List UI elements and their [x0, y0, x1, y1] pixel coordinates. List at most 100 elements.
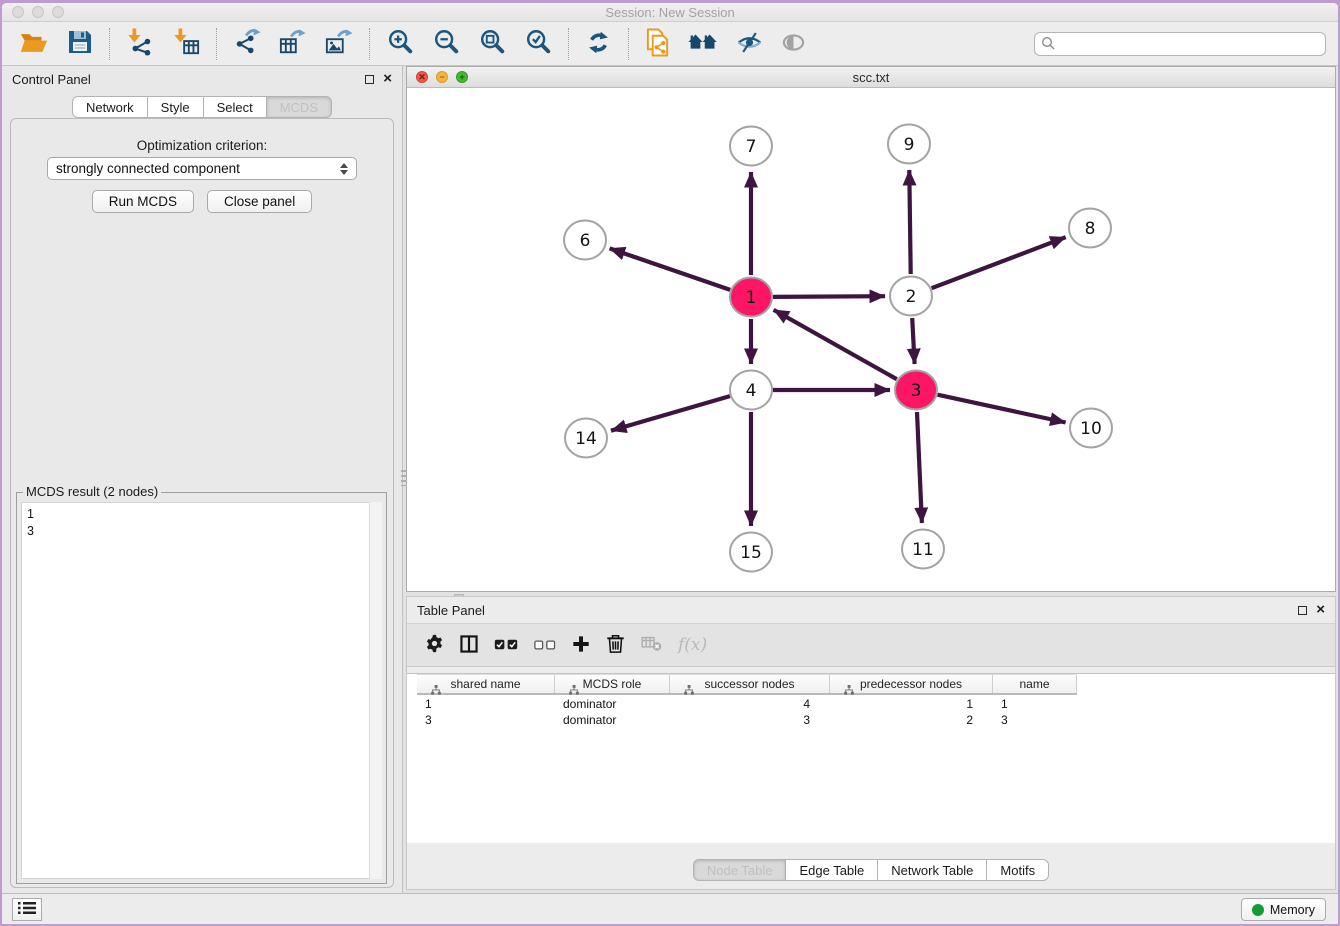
control-panel-float-icon[interactable] — [365, 75, 374, 84]
node-table: shared nameMCDS rolesuccessor nodesprede… — [407, 673, 1335, 843]
mcds-result-text[interactable]: 13 — [21, 502, 382, 879]
task-history-button[interactable] — [12, 898, 42, 921]
table-cell[interactable]: 4 — [670, 695, 830, 712]
table-row[interactable]: 1dominator411 — [417, 695, 1077, 712]
export-table-button[interactable] — [274, 25, 312, 63]
graph-edge-2-3[interactable] — [912, 318, 914, 364]
window-close-button[interactable] — [12, 6, 24, 18]
tab-network-table[interactable]: Network Table — [877, 859, 987, 881]
run-mcds-button[interactable]: Run MCDS — [92, 190, 194, 213]
table-cell[interactable]: 1 — [830, 695, 993, 712]
table-cell[interactable]: 2 — [830, 712, 993, 729]
toolbar-separator — [628, 28, 629, 60]
import-network-button[interactable] — [121, 25, 159, 63]
hide-selected-button[interactable] — [731, 25, 768, 63]
clone-network-button[interactable] — [640, 25, 675, 63]
delete-column-button[interactable] — [606, 627, 625, 663]
tab-select[interactable]: Select — [203, 96, 267, 118]
control-panel-close-icon[interactable]: × — [383, 74, 392, 84]
graph-edge-2-8[interactable] — [932, 237, 1066, 288]
search-input[interactable] — [1034, 32, 1326, 56]
trash-icon — [606, 633, 625, 657]
zoom-fit-icon — [478, 28, 506, 59]
window-zoom-button[interactable] — [52, 6, 64, 18]
graph-edge-2-9[interactable] — [909, 170, 910, 274]
table-cell[interactable]: 1 — [993, 695, 1077, 712]
table-cell[interactable]: dominator — [555, 712, 670, 729]
table-row[interactable]: 3dominator323 — [417, 712, 1077, 729]
graph-node-label: 8 — [1085, 219, 1096, 239]
graph-edge-1-2[interactable] — [773, 296, 885, 297]
criterion-select-value: strongly connected component — [56, 161, 240, 176]
export-network-button[interactable] — [228, 25, 266, 63]
unselect-all-columns-button[interactable] — [534, 627, 556, 663]
show-all-button[interactable] — [683, 25, 723, 63]
graph-edge-3-11[interactable] — [917, 412, 922, 523]
tab-style[interactable]: Style — [147, 96, 204, 118]
network-window-titlebar: ✕ − + scc.txt — [407, 67, 1335, 88]
graph-edge-3-1[interactable] — [774, 310, 897, 379]
save-session-button[interactable] — [62, 25, 98, 63]
window-minimize-button[interactable] — [32, 6, 44, 18]
tab-motifs[interactable]: Motifs — [986, 859, 1049, 881]
import-network-icon — [126, 28, 154, 59]
graph-edge-4-14[interactable] — [611, 396, 730, 431]
refresh-icon — [585, 29, 612, 59]
table-panel-float-icon[interactable] — [1298, 606, 1307, 615]
tab-mcds[interactable]: MCDS — [266, 96, 332, 118]
table-cell[interactable]: 3 — [993, 712, 1077, 729]
column-header-MCDS-role[interactable]: MCDS role — [555, 675, 670, 693]
network-canvas[interactable]: 7968124314101511 — [407, 88, 1335, 591]
toolbar-separator — [568, 28, 569, 60]
network-graph: 7968124314101511 — [407, 88, 1335, 592]
column-header-predecessor-nodes[interactable]: predecessor nodes — [830, 675, 993, 693]
create-column-button[interactable] — [572, 627, 590, 663]
result-scrollbar[interactable] — [369, 502, 382, 879]
show-column-button[interactable] — [460, 627, 478, 663]
table-settings-button[interactable] — [425, 627, 444, 663]
import-table-button[interactable] — [167, 25, 205, 63]
memory-button[interactable]: Memory — [1241, 898, 1326, 921]
eye-icon — [781, 32, 806, 56]
tab-edge-table[interactable]: Edge Table — [785, 859, 878, 881]
column-header-shared-name[interactable]: shared name — [417, 675, 555, 693]
table-body: 1dominator4113dominator323 — [407, 695, 1335, 728]
window-titlebar: Session: New Session — [2, 3, 1338, 22]
table-cell[interactable]: 3 — [417, 712, 555, 729]
graph-node-label: 14 — [575, 429, 597, 449]
select-all-columns-button[interactable] — [494, 627, 518, 663]
toolbar-separator — [216, 28, 217, 60]
tab-node-table[interactable]: Node Table — [693, 859, 787, 881]
search-box — [1034, 32, 1326, 56]
criterion-select[interactable]: strongly connected component — [47, 157, 357, 180]
graph-edge-1-6[interactable] — [610, 248, 731, 290]
open-file-button[interactable] — [14, 25, 54, 63]
table-panel-close-icon[interactable]: × — [1316, 605, 1325, 615]
zoom-fit-button[interactable] — [473, 25, 511, 63]
column-header-successor-nodes[interactable]: successor nodes — [670, 675, 830, 693]
graph-edge-3-10[interactable] — [938, 395, 1066, 423]
apply-layout-button[interactable] — [580, 25, 617, 63]
zoom-in-icon — [386, 28, 414, 59]
close-panel-button[interactable]: Close panel — [207, 190, 312, 213]
export-table-icon — [279, 28, 307, 59]
zoom-out-button[interactable] — [427, 25, 465, 63]
mcds-result-title: MCDS result (2 nodes) — [23, 484, 161, 499]
table-panel: Table Panel × f(x) shared nameMCDS roles… — [406, 596, 1336, 890]
graph-node-label: 9 — [904, 135, 915, 155]
zoom-in-button[interactable] — [381, 25, 419, 63]
table-cell[interactable]: dominator — [555, 695, 670, 712]
mcds-result-group: MCDS result (2 nodes) 13 — [16, 492, 387, 884]
zoom-selected-icon — [524, 28, 552, 59]
window-controls — [12, 6, 64, 18]
column-header-label: name — [1019, 677, 1049, 691]
unchecked-boxes-icon — [534, 638, 556, 653]
export-image-button[interactable] — [320, 25, 358, 63]
table-cell[interactable]: 3 — [670, 712, 830, 729]
column-header-name[interactable]: name — [993, 675, 1077, 693]
tab-network[interactable]: Network — [72, 96, 148, 118]
table-panel-header: Table Panel × — [407, 597, 1335, 623]
zoom-selected-button[interactable] — [519, 25, 557, 63]
window-title: Session: New Session — [2, 5, 1338, 20]
table-cell[interactable]: 1 — [417, 695, 555, 712]
